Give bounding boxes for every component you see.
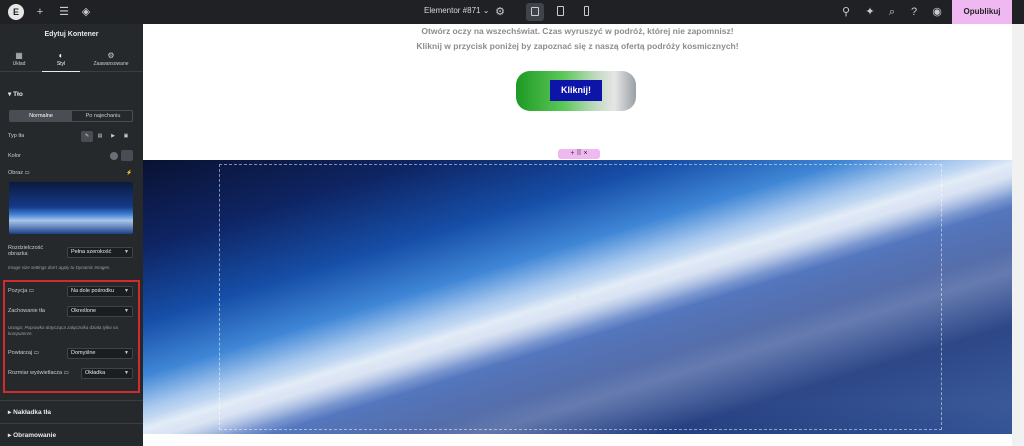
tablet-view-icon[interactable] bbox=[552, 3, 570, 21]
notifications-icon[interactable]: ✦ bbox=[862, 4, 878, 20]
tab-layout[interactable]: ▦ Układ bbox=[6, 48, 32, 72]
top-bar: E + ☰ ◈ Elementor #871 ⌄ ⚙ ⚲ ✦ ⌕ ? ◉ Opu… bbox=[0, 0, 1024, 24]
display-size-value: Okładka bbox=[85, 370, 106, 376]
chevron-down-icon: ⌄ bbox=[482, 6, 490, 15]
section-background-header[interactable]: ▾ Tło bbox=[8, 90, 23, 98]
desktop-device-icon: ▭ bbox=[28, 288, 34, 294]
scrollbar[interactable] bbox=[1012, 24, 1024, 446]
image-size-note: Image size settings don't apply to Dynam… bbox=[8, 265, 111, 270]
position-label: Pozycja ▭ bbox=[8, 288, 34, 294]
preview-eye-icon[interactable]: ◉ bbox=[929, 4, 945, 20]
image-label-text: Obraz bbox=[8, 170, 23, 176]
video-icon[interactable]: ▶ bbox=[107, 131, 119, 142]
dynamic-tags-icon[interactable]: ⚡ bbox=[126, 170, 132, 176]
hover-state-button[interactable]: Po najechaniu bbox=[72, 111, 134, 121]
attachment-select[interactable]: Określone ▼ bbox=[67, 306, 133, 317]
help-icon[interactable]: ? bbox=[906, 4, 922, 20]
elementor-logo-icon[interactable]: E bbox=[8, 4, 24, 20]
structure-icon[interactable]: ◈ bbox=[78, 4, 94, 20]
state-toggle: Normalne Po najechaniu bbox=[9, 110, 133, 122]
search-icon[interactable]: ⌕ bbox=[884, 4, 900, 20]
add-element-icon[interactable]: + bbox=[32, 4, 48, 20]
color-picker-swatch[interactable] bbox=[121, 150, 133, 161]
tab-advanced-label: Zaawansowane bbox=[93, 61, 129, 67]
chevron-down-icon: ▼ bbox=[124, 308, 129, 314]
display-size-label: Rozmiar wyświetlacza ▭ bbox=[8, 370, 69, 376]
background-type-label: Typ tła bbox=[8, 133, 25, 139]
container-handles[interactable]: + ⠿ × bbox=[558, 149, 600, 159]
chevron-down-icon: ▼ bbox=[124, 370, 129, 376]
panel-tabs: ▦ Układ ◐ Styl ⚙ Zaawansowane bbox=[0, 48, 143, 72]
divider bbox=[0, 400, 143, 401]
image-resolution-value: Pełna szerokość bbox=[71, 249, 112, 255]
tab-style-label: Styl bbox=[56, 61, 66, 67]
chevron-down-icon: ▼ bbox=[124, 350, 129, 356]
tab-layout-label: Układ bbox=[12, 61, 26, 67]
repeat-label: Powtarzaj ▭ bbox=[8, 350, 39, 356]
mobile-view-icon[interactable] bbox=[578, 3, 596, 21]
layout-icon: ▦ bbox=[15, 51, 23, 60]
chevron-down-icon: ▼ bbox=[124, 288, 129, 294]
section-overlay-header[interactable]: ▸ Nakładka tła bbox=[8, 408, 51, 416]
section-overlay-title: Nakładka tła bbox=[13, 409, 52, 416]
position-select[interactable]: Na dole pośrodku ▼ bbox=[67, 286, 133, 297]
image-label: Obraz ▭ bbox=[8, 170, 30, 176]
display-size-select[interactable]: Okładka ▼ bbox=[81, 368, 133, 379]
repeat-label-text: Powtarzaj bbox=[8, 350, 33, 356]
elements-manager-icon[interactable]: ⚲ bbox=[838, 4, 854, 20]
desktop-view-icon[interactable] bbox=[526, 3, 544, 21]
section-border-header[interactable]: ▸ Obramowanie bbox=[8, 431, 56, 439]
section-background-title: Tło bbox=[13, 91, 23, 98]
publish-button[interactable]: Opublikuj bbox=[952, 0, 1012, 24]
position-label-text: Pozycja bbox=[8, 288, 28, 294]
image-resolution-label: Rozdzielczość obrazka bbox=[8, 245, 44, 257]
brush-icon[interactable]: ✎ bbox=[81, 131, 93, 142]
tab-advanced[interactable]: ⚙ Zaawansowane bbox=[88, 48, 134, 72]
divider bbox=[0, 423, 143, 424]
editor-panel: Edytuj Kontener ▦ Układ ◐ Styl ⚙ Zaawans… bbox=[0, 24, 143, 446]
desktop-device-icon: ▭ bbox=[63, 370, 69, 376]
background-type-buttons: ✎ ▤ ▶ ▣ bbox=[81, 131, 133, 142]
kliknij-button[interactable]: Kliknij! bbox=[550, 80, 602, 101]
normal-state-button[interactable]: Normalne bbox=[10, 111, 72, 121]
section-border-title: Obramowanie bbox=[13, 432, 57, 439]
preview-canvas: Otwórz oczy na wszechświat. Czas wyruszy… bbox=[143, 24, 1012, 446]
position-value: Na dole pośrodku bbox=[71, 288, 115, 294]
attachment-note: Uwaga: Poprawka dotycząca załącznika dzi… bbox=[8, 325, 119, 336]
site-settings-icon[interactable]: ☰ bbox=[56, 4, 72, 20]
desktop-device-icon: ▭ bbox=[24, 170, 30, 176]
intro-text-line-2: Kliknij w przycisk poniżej by zapoznać s… bbox=[416, 41, 739, 51]
tab-style[interactable]: ◐ Styl bbox=[42, 48, 80, 72]
inner-container-outline[interactable] bbox=[219, 164, 942, 430]
gradient-icon[interactable]: ▤ bbox=[94, 131, 106, 142]
repeat-value: Domyślne bbox=[71, 350, 96, 356]
desktop-device-icon: ▭ bbox=[33, 350, 39, 356]
panel-title: Edytuj Kontener bbox=[44, 31, 99, 38]
global-colors-icon[interactable] bbox=[110, 152, 118, 160]
image-resolution-select[interactable]: Pełna szerokość ▼ bbox=[67, 247, 133, 258]
page-title[interactable]: Elementor #871 ⌄ bbox=[424, 6, 489, 15]
color-label: Kolor bbox=[8, 153, 21, 159]
attachment-value: Określone bbox=[71, 308, 97, 314]
add-element-plus-icon[interactable]: + bbox=[575, 292, 580, 302]
page-title-text: Elementor #871 bbox=[424, 6, 481, 15]
page-settings-gear-icon[interactable]: ⚙ bbox=[492, 4, 508, 20]
gear-icon: ⚙ bbox=[107, 51, 115, 60]
slideshow-icon[interactable]: ▣ bbox=[120, 131, 132, 142]
display-size-label-text: Rozmiar wyświetlacza bbox=[8, 370, 63, 376]
intro-text-line-1: Otwórz oczy na wszechświat. Czas wyruszy… bbox=[421, 26, 734, 36]
repeat-select[interactable]: Domyślne ▼ bbox=[67, 348, 133, 359]
attachment-label: Zachowanie tła bbox=[8, 308, 45, 314]
chevron-down-icon: ▼ bbox=[124, 249, 129, 255]
style-icon: ◐ bbox=[58, 51, 64, 60]
background-image-thumbnail[interactable] bbox=[9, 182, 133, 234]
